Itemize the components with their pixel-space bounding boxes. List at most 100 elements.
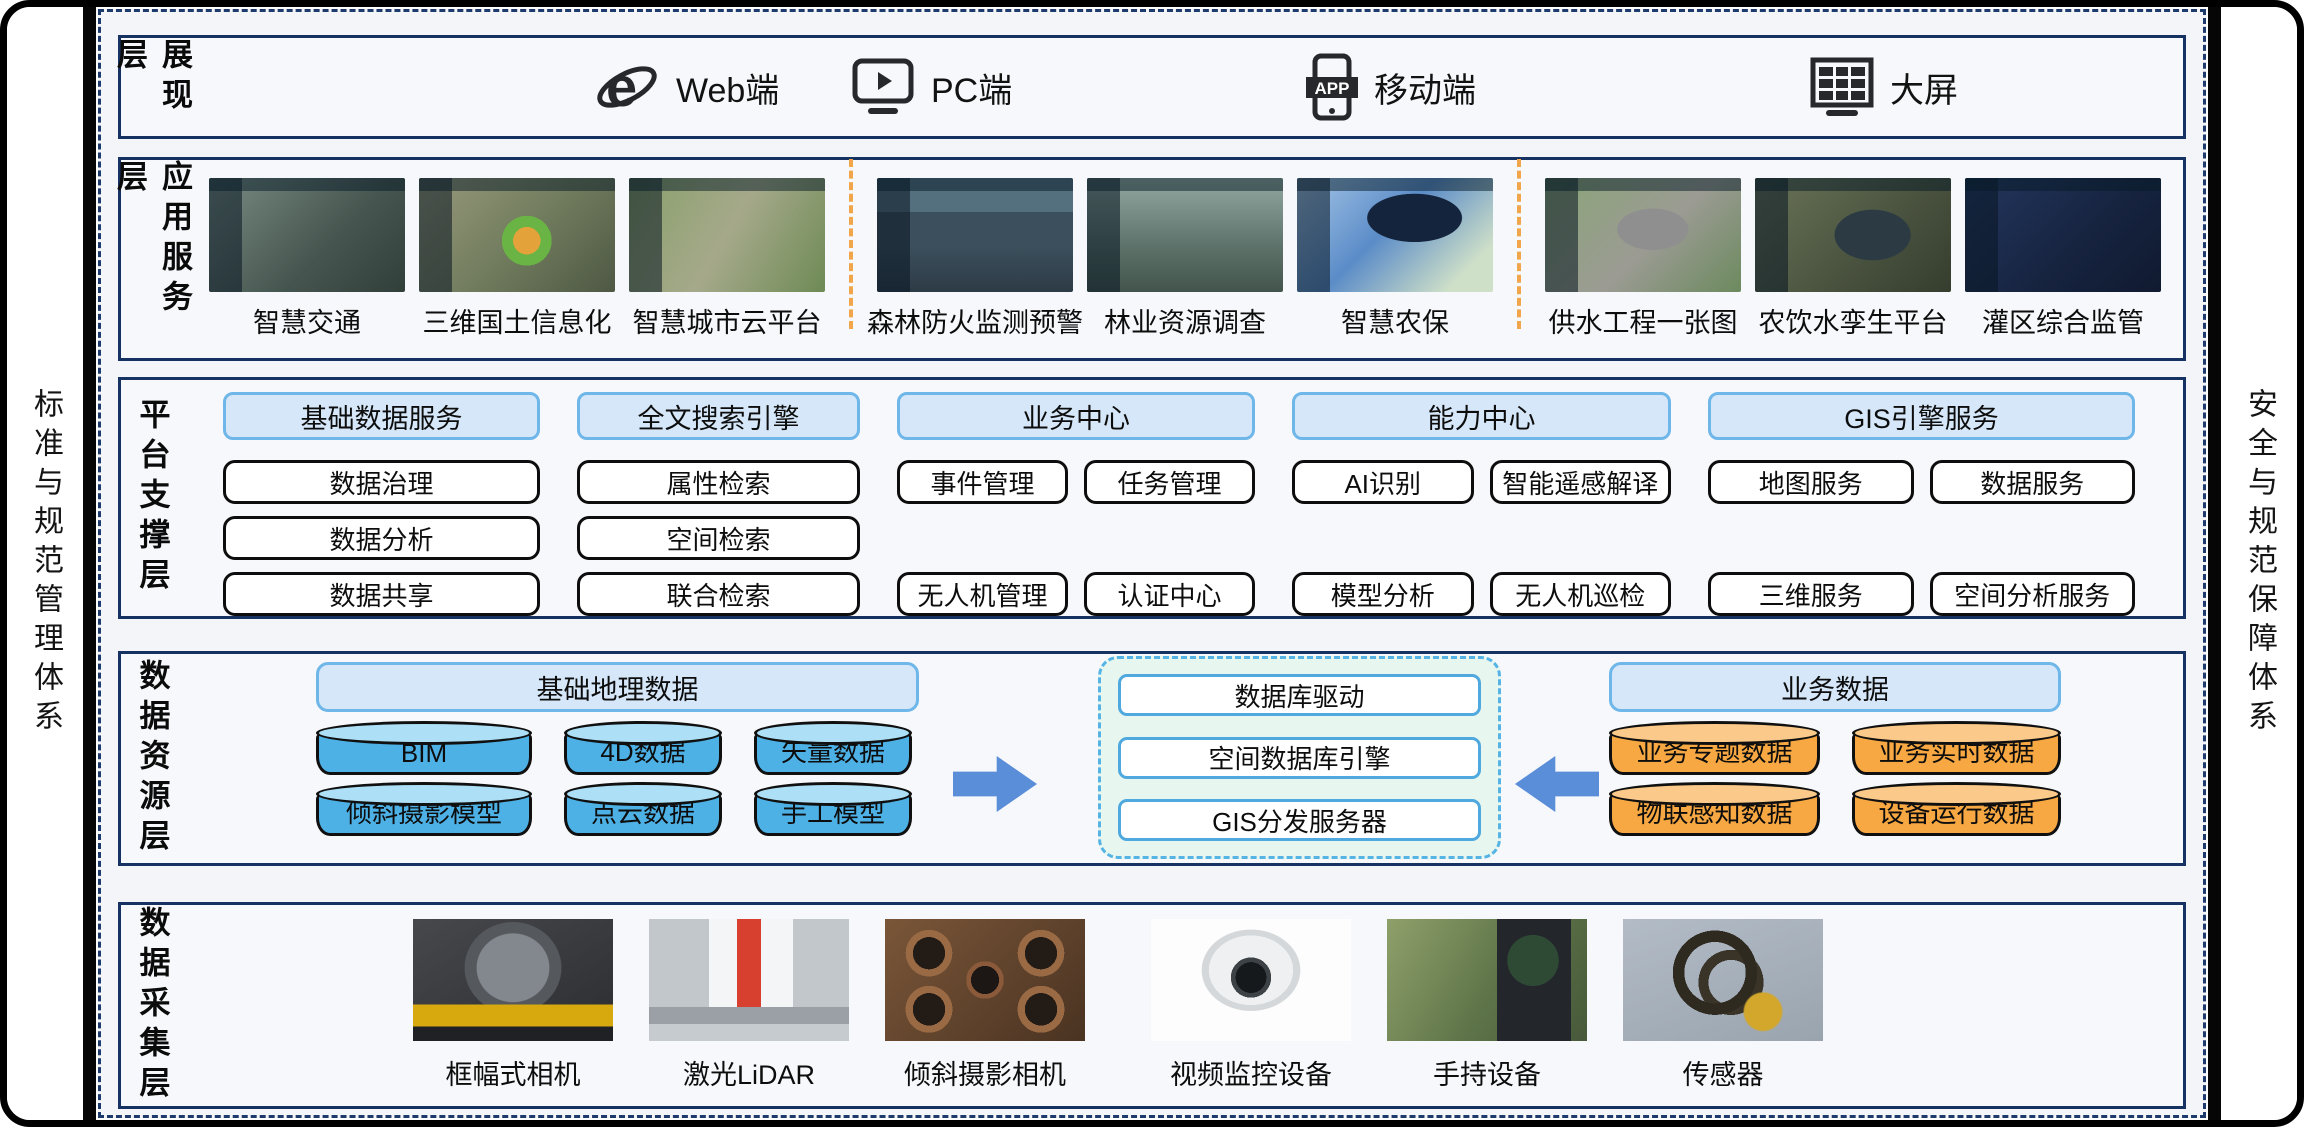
app-caption: 三维国土信息化 <box>423 301 612 340</box>
geo-cylinder-row: BIM 4D数据 矢量数据 <box>316 734 919 775</box>
app-caption: 灌区综合监管 <box>1982 301 2144 340</box>
platform-item: 空间分析服务 <box>1930 572 2136 616</box>
business-data-header: 业务数据 <box>1609 662 2061 712</box>
right-vertical-bar <box>2208 7 2221 1120</box>
architecture-diagram: 标准与规范管理体系 展现层 e Web端 <box>0 0 2304 1127</box>
platform-column-fulltext-search: 全文搜索引擎 属性检索 空间检索 联合检索 <box>577 392 860 616</box>
layer-box-application: 应用服务层 智慧交通 三维国土信息化 智慧城市云平台 <box>118 157 2186 361</box>
business-data-group: 业务数据 业务专题数据 业务实时数据 物联感知数据 设备运行数据 <box>1609 662 2061 836</box>
app-card-drinkwater: 农饮水孪生平台 <box>1755 178 1951 340</box>
data-cylinder-iot-sensing: 物联感知数据 <box>1609 795 1820 836</box>
layer-box-data-resource: 数据资源层 基础地理数据 BIM 4D数据 矢量数据 倾斜摄影模型 点云数据 手… <box>118 651 2186 866</box>
app-icon-text: APP <box>1315 79 1350 98</box>
platform-content: 基础数据服务 数据治理 数据分析 数据共享 全文搜索引擎 属性检索 空间检索 联… <box>183 380 2183 616</box>
platform-item: 无人机管理 <box>897 572 1068 616</box>
layer-label-platform: 平台支撑层 <box>121 380 183 616</box>
device-photo <box>413 919 613 1041</box>
platform-item: 认证中心 <box>1084 572 1255 616</box>
terminal-group-mobile: APP 移动端 <box>1306 53 1476 121</box>
data-cylinder-pointcloud: 点云数据 <box>564 795 722 836</box>
presentation-content: e Web端 PC端 <box>183 38 2183 136</box>
device-photo <box>1387 919 1587 1041</box>
platform-header: 全文搜索引擎 <box>577 392 860 440</box>
app-group-divider <box>1517 159 1521 329</box>
app-screenshot <box>419 178 615 292</box>
device-caption: 倾斜摄影相机 <box>904 1053 1066 1092</box>
app-caption: 智慧农保 <box>1341 301 1449 340</box>
app-caption: 智慧城市云平台 <box>633 301 822 340</box>
terminal-group-pc: PC端 <box>851 57 1012 117</box>
ie-browser-icon: e <box>594 54 660 120</box>
device-photo <box>649 919 849 1041</box>
data-collection-content: 框幅式相机 激光LiDAR 倾斜摄影相机 视频监控设备 <box>183 905 2183 1106</box>
platform-item-grid: 事件管理 任务管理 无人机管理 认证中心 <box>897 460 1255 616</box>
app-caption: 供水工程一张图 <box>1549 301 1738 340</box>
platform-column-basic-data: 基础数据服务 数据治理 数据分析 数据共享 <box>223 392 540 616</box>
data-cylinder-device-operation: 设备运行数据 <box>1852 795 2061 836</box>
app-screenshot <box>1545 178 1741 292</box>
base-geo-header: 基础地理数据 <box>316 662 919 712</box>
device-caption: 视频监控设备 <box>1170 1053 1332 1092</box>
layer-label-application: 应用服务层 <box>121 160 183 358</box>
arrow-left-icon <box>1515 756 1599 812</box>
platform-header: 能力中心 <box>1292 392 1671 440</box>
platform-item: 无人机巡检 <box>1490 572 1672 616</box>
terminal-group-bigscreen: 大屏 <box>1810 57 1958 117</box>
app-screenshot <box>209 178 405 292</box>
app-card-watersupply: 供水工程一张图 <box>1545 178 1741 340</box>
platform-item: 数据服务 <box>1930 460 2136 504</box>
data-cylinder-biz-thematic: 业务专题数据 <box>1609 734 1820 775</box>
platform-column-capability-center: 能力中心 AI识别 智能遥感解译 模型分析 无人机巡检 <box>1292 392 1671 616</box>
middleware-item-spatial-engine: 空间数据库引擎 <box>1118 737 1481 779</box>
app-screenshot <box>877 178 1073 292</box>
app-card-forestry: 林业资源调查 <box>1087 178 1283 340</box>
layer-label-data-collection: 数据采集层 <box>121 905 183 1106</box>
device-caption: 手持设备 <box>1433 1053 1541 1092</box>
data-cylinder-bim: BIM <box>316 734 532 775</box>
platform-column-business-center: 业务中心 事件管理 任务管理 无人机管理 认证中心 <box>897 392 1255 616</box>
platform-item: 事件管理 <box>897 460 1068 504</box>
svg-text:e: e <box>606 55 637 118</box>
app-screenshot <box>1087 178 1283 292</box>
platform-item-grid: 地图服务 数据服务 三维服务 空间分析服务 <box>1708 460 2135 616</box>
platform-header: GIS引擎服务 <box>1708 392 2135 440</box>
device-cctv: 视频监控设备 <box>1151 919 1351 1092</box>
right-system-label: 安全与规范保障体系 <box>2237 388 2281 739</box>
device-photo <box>1623 919 1823 1041</box>
terminal-label-pc: PC端 <box>931 63 1012 112</box>
terminal-label-bigscreen: 大屏 <box>1890 63 1958 112</box>
app-screenshot <box>1965 178 2161 292</box>
data-resource-content: 基础地理数据 BIM 4D数据 矢量数据 倾斜摄影模型 点云数据 手工模型 <box>183 654 2183 863</box>
layer-label-data-resource: 数据资源层 <box>121 654 183 863</box>
device-lidar: 激光LiDAR <box>649 919 849 1092</box>
app-caption: 林业资源调查 <box>1104 301 1266 340</box>
platform-column-gis-engine: GIS引擎服务 地图服务 数据服务 三维服务 空间分析服务 <box>1708 392 2135 616</box>
platform-item: 空间检索 <box>577 516 860 560</box>
right-system-band: 安全与规范保障体系 <box>2221 7 2297 1120</box>
app-card-irrigation: 灌区综合监管 <box>1965 178 2161 340</box>
device-photo <box>1151 919 1351 1041</box>
platform-item-grid: AI识别 智能遥感解译 模型分析 无人机巡检 <box>1292 460 1671 616</box>
app-caption: 农饮水孪生平台 <box>1759 301 1948 340</box>
layer-box-data-collection: 数据采集层 框幅式相机 激光LiDAR 倾斜摄影相机 <box>118 902 2186 1109</box>
big-screen-grid-icon <box>1810 57 1874 117</box>
dashed-content-frame: 展现层 e Web端 <box>98 9 2206 1118</box>
business-cylinder-row: 物联感知数据 设备运行数据 <box>1609 795 2061 836</box>
platform-item: 数据共享 <box>223 572 540 616</box>
app-card-forestfire: 森林防火监测预警 <box>877 178 1073 340</box>
platform-item: 数据治理 <box>223 460 540 504</box>
layer-box-presentation: 展现层 e Web端 <box>118 35 2186 139</box>
platform-header: 基础数据服务 <box>223 392 540 440</box>
platform-item: 任务管理 <box>1084 460 1255 504</box>
app-caption: 森林防火监测预警 <box>867 301 1083 340</box>
platform-item: 属性检索 <box>577 460 860 504</box>
geo-cylinder-row: 倾斜摄影模型 点云数据 手工模型 <box>316 795 919 836</box>
app-screenshot <box>1297 178 1493 292</box>
mobile-app-icon: APP <box>1306 53 1358 121</box>
platform-item-stack: 属性检索 空间检索 联合检索 <box>577 460 860 616</box>
app-card-agri: 智慧农保 <box>1297 178 1493 340</box>
platform-item: 联合检索 <box>577 572 860 616</box>
device-oblique-camera: 倾斜摄影相机 <box>885 919 1085 1092</box>
device-caption: 框幅式相机 <box>446 1053 581 1092</box>
data-cylinder-vector: 矢量数据 <box>754 734 912 775</box>
